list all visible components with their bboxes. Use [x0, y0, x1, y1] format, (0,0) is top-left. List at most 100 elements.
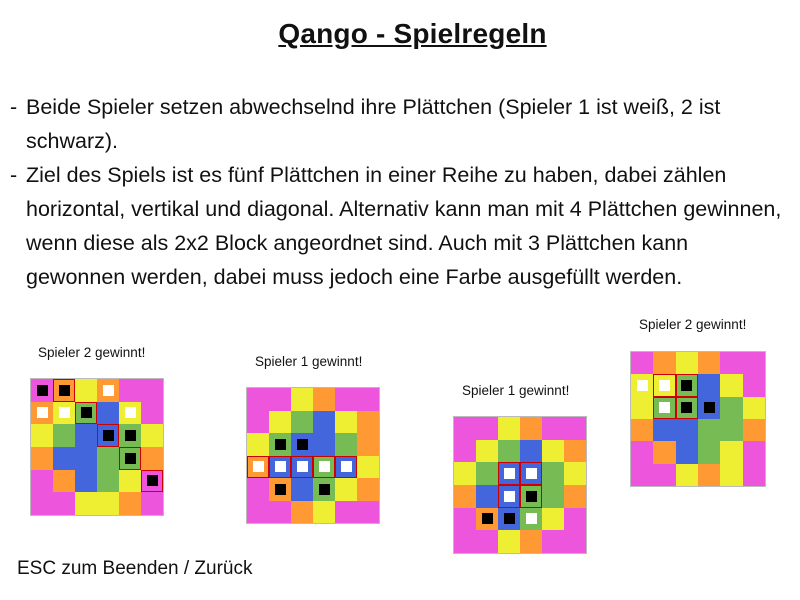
board-cell [454, 417, 476, 440]
board-cell [476, 417, 498, 440]
rule-bullet: - [10, 163, 18, 187]
board-cell [357, 410, 379, 433]
board-cell [720, 441, 743, 464]
board-cell [698, 396, 721, 419]
board-cell [742, 396, 765, 419]
board-cell [454, 530, 476, 553]
black-stone [58, 384, 70, 396]
rule-text: Ziel des Spiels ist es fünf Plättchen in… [26, 163, 782, 289]
board-cell [119, 424, 141, 447]
board-cell [542, 439, 564, 463]
example-caption: Spieler 2 gewinnt! [639, 317, 747, 332]
board-cell [291, 433, 313, 456]
white-stone [274, 461, 286, 473]
board-cell [653, 374, 676, 397]
board-cell [119, 401, 141, 425]
board-cell [31, 446, 53, 470]
board-cell [653, 419, 676, 442]
board-cell [313, 478, 335, 501]
board-cell [31, 379, 53, 402]
example-board [453, 416, 587, 554]
board-cell [675, 352, 698, 375]
board-cell [247, 433, 269, 456]
board-cell [520, 530, 542, 553]
board-cell [631, 441, 654, 464]
board-cell [498, 484, 520, 508]
white-stone [318, 461, 330, 473]
board-cell [335, 388, 357, 411]
board-cell [653, 441, 676, 464]
board-cell [520, 507, 542, 531]
board-cell [53, 446, 75, 470]
board-cell [454, 507, 476, 531]
board-cell [542, 530, 564, 553]
board-cell [31, 424, 53, 447]
white-stone [102, 384, 114, 396]
board-cell [53, 424, 75, 447]
board-cell [291, 478, 313, 501]
board-cell [313, 433, 335, 456]
white-stone [340, 461, 352, 473]
board-cell [313, 410, 335, 433]
board-cell [75, 379, 97, 402]
white-stone [58, 407, 70, 419]
board-cell [97, 379, 119, 402]
board-cell [653, 463, 676, 486]
black-stone [318, 483, 330, 495]
board-cell [454, 462, 476, 485]
board-cell [53, 401, 75, 425]
board-cell [476, 530, 498, 553]
board-cell [269, 410, 291, 433]
board-cell [564, 530, 586, 553]
board-cell [53, 469, 75, 493]
board-cell [247, 500, 269, 523]
board-cell [742, 441, 765, 464]
board-cell [498, 417, 520, 440]
board-cell [476, 484, 498, 508]
black-stone [36, 384, 48, 396]
rule-text: Beide Spieler setzen abwechselnd ihre Pl… [26, 95, 721, 153]
board-cell [720, 419, 743, 442]
board-cell [291, 455, 313, 478]
board-cell [542, 417, 564, 440]
rule-item: - Ziel des Spiels ist es fünf Plättchen … [10, 158, 790, 294]
black-stone [80, 407, 92, 419]
board-cell [742, 463, 765, 486]
black-stone [703, 402, 715, 414]
board-cell [564, 484, 586, 508]
board-cell [631, 352, 654, 375]
board-cell [119, 469, 141, 493]
board-cell [357, 433, 379, 456]
board-cell [53, 379, 75, 402]
board-cell [313, 388, 335, 411]
board-cell [720, 396, 743, 419]
board-cell [75, 469, 97, 493]
board-cell [119, 379, 141, 402]
board-cell [675, 441, 698, 464]
board-cell [247, 478, 269, 501]
board-cell [75, 401, 97, 425]
board-cell [498, 439, 520, 463]
board-cell [742, 374, 765, 397]
white-stone [525, 513, 537, 525]
white-stone [124, 407, 136, 419]
board-cell [313, 500, 335, 523]
board-cell [269, 478, 291, 501]
black-stone [146, 475, 158, 487]
board-cell [335, 455, 357, 478]
board-cell [141, 469, 163, 493]
board-cell [498, 507, 520, 531]
example-caption: Spieler 2 gewinnt! [38, 345, 146, 360]
example-board [246, 387, 380, 524]
board-cell [291, 410, 313, 433]
board-cell [564, 439, 586, 463]
black-stone [681, 379, 693, 391]
board-cell [698, 441, 721, 464]
white-stone [36, 407, 48, 419]
board-cell [97, 424, 119, 447]
example-caption: Spieler 1 gewinnt! [462, 383, 570, 398]
rules-list: - Beide Spieler setzen abwechselnd ihre … [10, 90, 790, 294]
black-stone [274, 483, 286, 495]
board-cell [698, 463, 721, 486]
example-board [30, 378, 164, 516]
